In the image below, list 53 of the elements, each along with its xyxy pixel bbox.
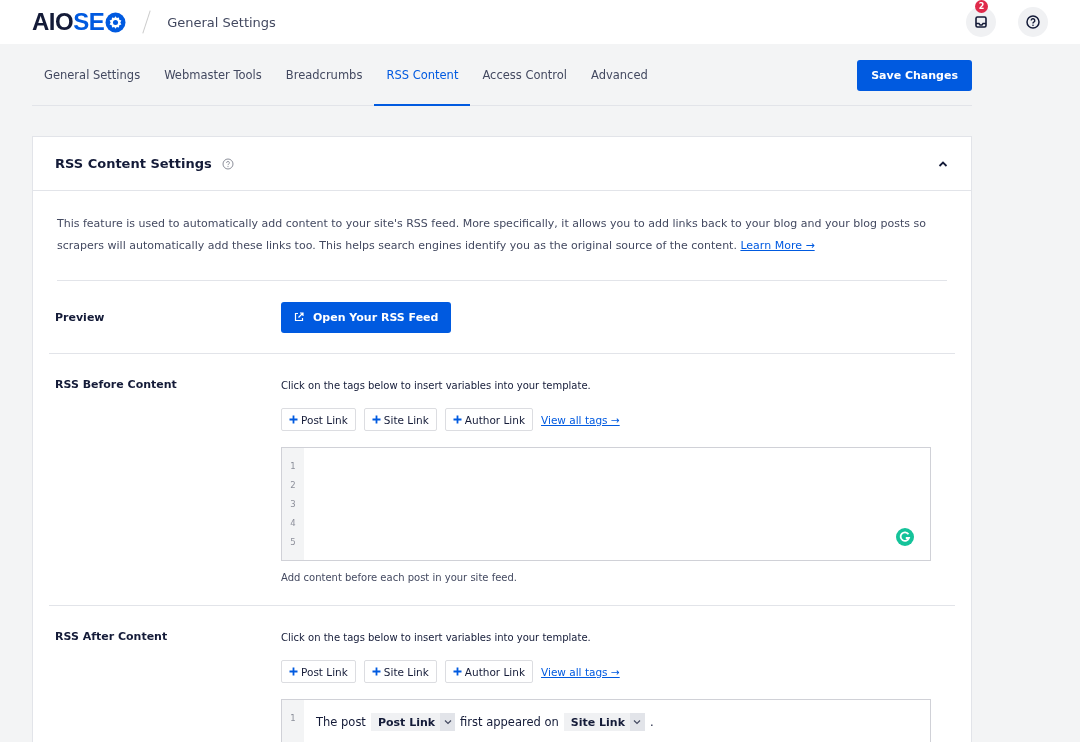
grammar-checker-icon[interactable] [896, 528, 914, 546]
insert-tag-button[interactable]: Site Link [363, 660, 437, 683]
plus-icon [371, 415, 381, 424]
line-number: 1 [290, 712, 296, 724]
view-all-tags-link[interactable]: View all tags → [541, 413, 620, 426]
inbox-button[interactable] [966, 7, 996, 37]
row-label: RSS After Content [55, 630, 169, 645]
line-number: 1 [290, 460, 296, 472]
row-label: Preview [55, 310, 106, 324]
insert-tag-button[interactable]: Site Link [363, 408, 437, 431]
plus-icon [289, 415, 298, 424]
editor-text: . [650, 715, 654, 729]
insert-tag-button[interactable]: Post Link [281, 660, 356, 683]
settings-tab[interactable]: Webmaster Tools [152, 45, 274, 106]
learn-more-link[interactable]: Learn More → [740, 239, 815, 252]
external-link-icon [294, 312, 304, 322]
template-editor[interactable]: 1 The post Post Link first appeared on Site Link . [281, 699, 931, 742]
settings-tab[interactable]: Breadcrumbs [273, 45, 375, 106]
insert-tag-button[interactable]: Author Link [444, 660, 533, 683]
settings-tab[interactable]: RSS Content [374, 45, 471, 106]
card-title: RSS Content Settings [55, 156, 212, 171]
save-changes-button[interactable]: Save Changes [857, 59, 972, 91]
open-rss-feed-button[interactable]: Open Your RSS Feed [281, 301, 452, 333]
help-icon [1026, 15, 1040, 29]
insert-tag-button[interactable]: Author Link [444, 408, 533, 431]
aioseo-logo: AIOSE [32, 8, 127, 36]
help-button[interactable] [1018, 7, 1048, 37]
tag-chip[interactable]: Site Link [563, 713, 645, 731]
plus-icon [289, 667, 298, 676]
editor-text: The post [316, 715, 366, 729]
row-label: RSS Before Content [55, 378, 178, 393]
settings-tab[interactable]: Access Control [470, 45, 579, 106]
plus-icon [371, 667, 381, 676]
settings-tab[interactable]: Advanced [579, 45, 660, 106]
help-text: Add content before each post in your site feed. [281, 572, 518, 583]
plus-icon [452, 415, 462, 424]
caret-icon [443, 719, 452, 725]
hint-text: Click on the tags below to insert variables into your template. [281, 632, 592, 643]
inbox-icon [974, 15, 988, 29]
caret-icon [633, 719, 642, 725]
editor-text: first appeared on [460, 715, 559, 729]
line-number: 5 [290, 536, 296, 548]
plus-icon [452, 667, 462, 676]
description-text: This feature is used to automatically add content to your site's RSS feed. More specifically, it allows you to add links back to your blog and your blog posts so scrapers will automatically add these links too. This helps search engines identify you as the original source of the content. Learn More → [57, 191, 947, 281]
view-all-tags-link[interactable]: View all tags → [541, 665, 620, 678]
settings-tab[interactable]: General Settings [32, 45, 153, 106]
line-number: 4 [290, 517, 296, 529]
line-number: 2 [290, 479, 296, 491]
insert-tag-button[interactable]: Post Link [281, 408, 356, 431]
tag-chip[interactable]: Post Link [370, 713, 456, 731]
line-number: 3 [290, 498, 296, 510]
breadcrumb-title: General Settings [167, 14, 276, 30]
hint-text: Click on the tags below to insert variables into your template. [281, 380, 592, 391]
